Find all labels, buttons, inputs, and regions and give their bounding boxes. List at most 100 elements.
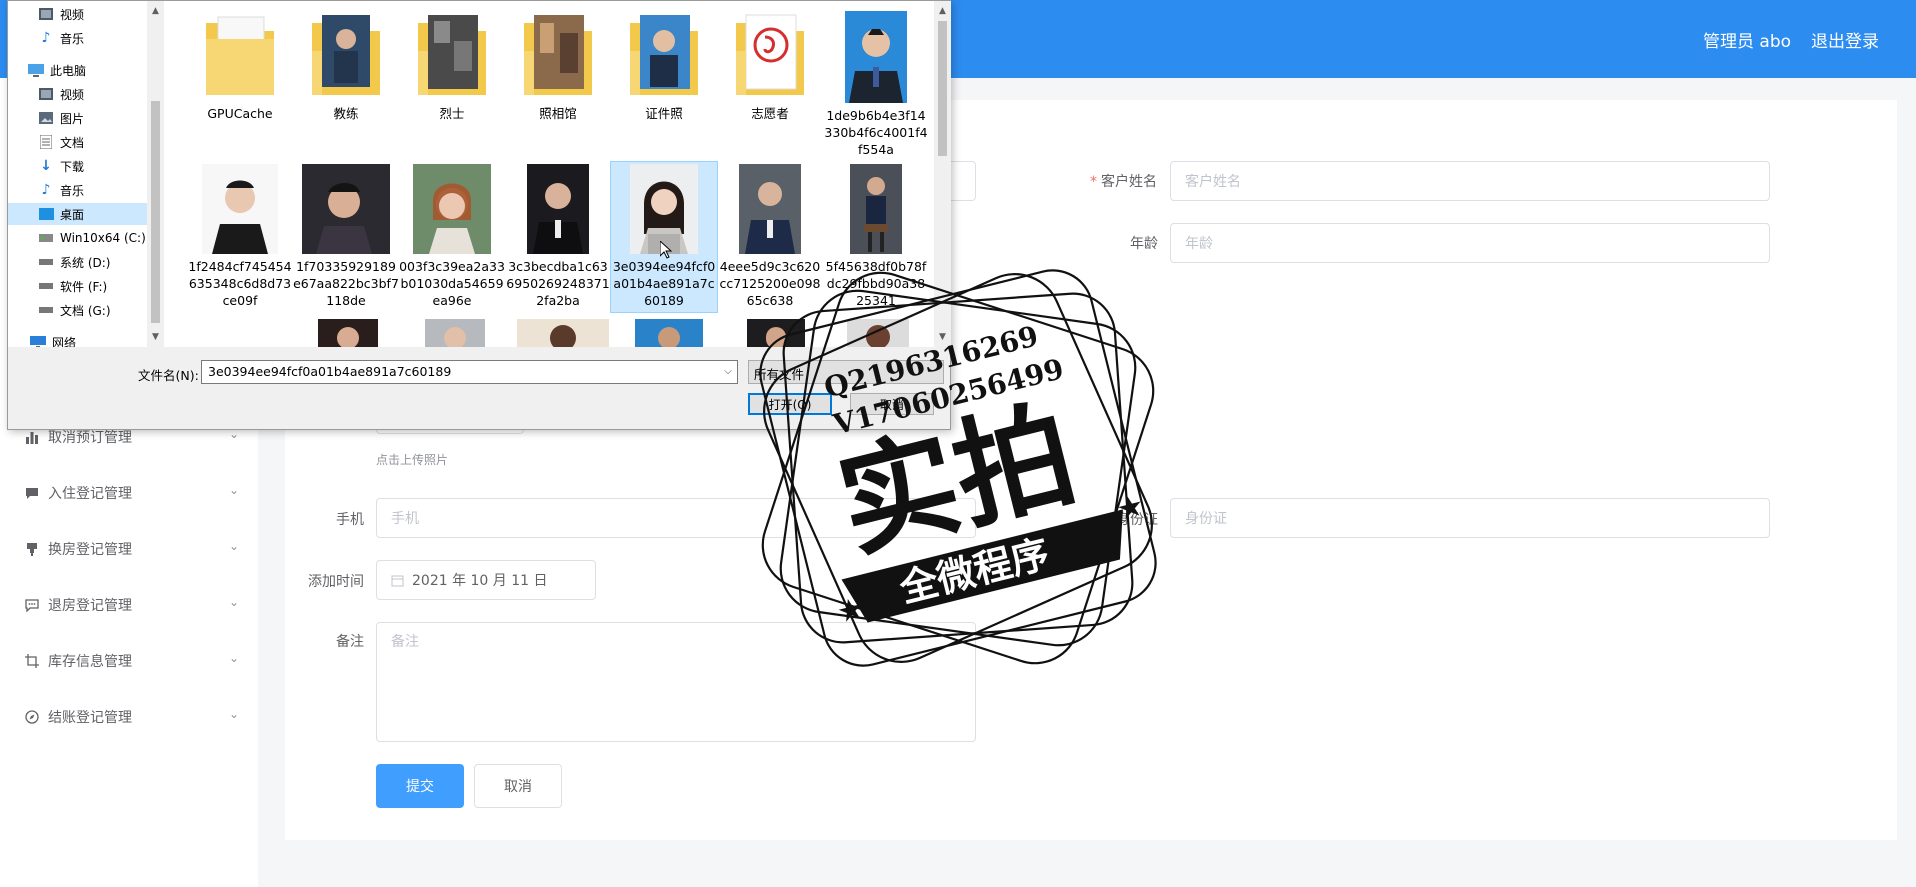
download-icon: ↓ — [40, 158, 52, 174]
drive-icon — [38, 303, 54, 317]
date-picker[interactable]: 2021 年 10 月 11 日 — [376, 560, 596, 600]
nav-item-drive-g[interactable]: 文档 (G:) — [38, 299, 111, 321]
nav-item-videos[interactable]: 视频 — [38, 83, 84, 105]
open-button[interactable]: 打开(O) — [748, 393, 832, 415]
photo-file[interactable]: 5f45638df0b78fdc29fbbd90a3825341 — [823, 164, 929, 309]
upload-hint: 点击上传照片 — [376, 453, 449, 467]
drive-icon — [38, 279, 54, 293]
nav-item-videos[interactable]: 视频 — [38, 3, 84, 25]
chevron-down-icon: ⌄ — [229, 651, 240, 665]
scroll-down-icon[interactable]: ▼ — [934, 329, 951, 346]
remarks-textarea[interactable]: 备注 — [376, 622, 976, 742]
file-type-select[interactable]: 所有文件 — [748, 360, 944, 384]
nav-item-drive-c[interactable]: Win10x64 (C:) — [38, 227, 146, 249]
photo-thumbnail — [739, 164, 801, 254]
nav-item-pictures[interactable]: 图片 — [38, 107, 84, 129]
sidebar-item-billing[interactable]: 结账登记管理 ⌄ — [24, 702, 244, 732]
filename-input[interactable]: 3e0394ee94fcf0a01b4ae891a7c60189 ⌵ — [201, 360, 738, 384]
folder-item[interactable]: 教练 — [293, 11, 399, 122]
logout-link[interactable]: 退出登录 — [1811, 27, 1879, 52]
folder-icon — [524, 15, 592, 95]
music-icon: ♪ — [41, 182, 51, 198]
desktop-icon — [38, 207, 54, 221]
folder-icon — [206, 16, 274, 95]
scroll-up-icon[interactable]: ▲ — [147, 3, 164, 20]
scroll-down-icon[interactable]: ▼ — [147, 329, 164, 346]
dialog-cancel-button[interactable]: 取消 — [850, 393, 934, 415]
chevron-down-icon: ⌄ — [229, 707, 240, 721]
photo-thumbnail — [202, 164, 278, 254]
photo-file[interactable]: 4eee5d9c3c620cc7125200e09865c638 — [717, 164, 823, 309]
scrollbar-thumb[interactable] — [938, 21, 947, 156]
photo-thumbnail[interactable] — [425, 319, 485, 347]
chevron-down-icon[interactable]: ⌵ — [719, 361, 737, 383]
computer-icon — [28, 63, 44, 77]
sidebar-item-checkin[interactable]: 入住登记管理 ⌄ — [24, 478, 244, 508]
photo-thumbnail[interactable] — [318, 319, 378, 347]
chat-icon — [24, 485, 40, 501]
remarks-label: 备注 — [336, 634, 364, 650]
added-time-label: 添加时间 — [308, 574, 364, 590]
sidebar-item-checkout[interactable]: 退房登记管理 ⌄ — [24, 590, 244, 620]
sidebar-item-label: 换房登记管理 — [48, 542, 132, 558]
nav-item-drive-f[interactable]: 软件 (F:) — [38, 275, 107, 297]
phone-label: 手机 — [336, 512, 364, 528]
chevron-down-icon: ⌄ — [229, 595, 240, 609]
folder-item[interactable]: 证件照 — [611, 11, 717, 122]
sidebar-item-inventory[interactable]: 库存信息管理 ⌄ — [24, 646, 244, 676]
folder-item[interactable]: 照相馆 — [505, 11, 611, 122]
photo-file[interactable]: 3c3becdba1c636950269248371 2fa2ba — [505, 164, 611, 309]
customer-name-input[interactable]: 客户姓名 — [1170, 161, 1770, 201]
nav-item-this-pc[interactable]: 此电脑 — [28, 59, 86, 81]
nav-item-desktop[interactable]: 桌面 — [8, 203, 148, 225]
photo-thumbnail — [527, 164, 589, 254]
folder-icon — [630, 15, 698, 95]
file-grid-scrollbar[interactable]: ▲ ▼ — [934, 1, 951, 347]
photo-thumbnail[interactable] — [635, 319, 703, 347]
id-card-input[interactable]: 身份证 — [1170, 498, 1770, 538]
phone-input[interactable]: 手机 — [376, 498, 976, 538]
photo-thumbnail — [845, 11, 907, 103]
scroll-up-icon[interactable]: ▲ — [934, 3, 951, 20]
file-type-value: 所有文件 — [754, 367, 805, 382]
age-label: 年龄 — [1130, 236, 1158, 252]
nav-item-music[interactable]: ♪ 音乐 — [38, 179, 84, 201]
drive-icon — [38, 255, 54, 269]
age-input[interactable]: 年龄 — [1170, 223, 1770, 263]
photo-file[interactable]: 1f2484cf745454635348c6d8d73ce09f — [187, 164, 293, 309]
message-dots-icon — [24, 597, 40, 613]
photo-file-selected[interactable]: 3e0394ee94fcf0a01b4ae891a7c60189 — [610, 161, 718, 313]
customer-name-label: * 客户姓名 — [1090, 174, 1157, 190]
chevron-down-icon: ⌄ — [229, 483, 240, 497]
nav-item-music[interactable]: ♪ 音乐 — [38, 27, 84, 49]
sidebar-item-label: 入住登记管理 — [48, 486, 132, 502]
photo-file[interactable]: 1f70335929189e67aa822bc3bf7118de — [293, 164, 399, 309]
photo-file[interactable]: 1de9b6b4e3f14330b4f6c4001f4f554a — [823, 11, 929, 158]
nav-item-downloads[interactable]: ↓ 下载 — [38, 155, 84, 177]
dialog-footer: 文件名(N): 3e0394ee94fcf0a01b4ae891a7c60189… — [8, 347, 950, 429]
navigation-pane: 视频 ♪ 音乐 此电脑 视频 图片 文档 ↓ 下载 ♪ 音乐 桌面 Win10x… — [8, 1, 164, 350]
nav-item-documents[interactable]: 文档 — [38, 131, 84, 153]
folder-item[interactable]: 志愿者 — [717, 11, 823, 122]
filename-label: 文件名(N): — [138, 368, 199, 383]
scrollbar-thumb[interactable] — [151, 101, 160, 323]
submit-button[interactable]: 提交 — [376, 764, 464, 808]
photo-thumbnail[interactable] — [847, 319, 909, 347]
photo-thumbnail[interactable] — [747, 319, 805, 347]
video-folder-icon — [38, 87, 54, 101]
photo-thumbnail — [302, 164, 390, 254]
cancel-button[interactable]: 取消 — [474, 764, 562, 808]
nav-item-drive-d[interactable]: 系统 (D:) — [38, 251, 110, 273]
file-grid: GPUCache 教练 烈士 照相馆 证件照 志愿者 1de9b6b4e3f14… — [165, 1, 935, 347]
bar-chart-icon — [24, 429, 40, 445]
stamp-icon — [24, 541, 40, 557]
file-open-dialog: 视频 ♪ 音乐 此电脑 视频 图片 文档 ↓ 下载 ♪ 音乐 桌面 Win10x… — [7, 0, 951, 430]
date-value: 2021 年 10 月 11 日 — [412, 573, 548, 589]
nav-scrollbar[interactable]: ▲ ▼ — [147, 1, 164, 347]
folder-item[interactable]: GPUCache — [187, 11, 293, 122]
photo-file[interactable]: 003f3c39ea2a33b01030da54659ea96e — [399, 164, 505, 309]
folder-item[interactable]: 烈士 — [399, 11, 505, 122]
sidebar-item-room-change[interactable]: 换房登记管理 ⌄ — [24, 534, 244, 564]
sidebar-item-label: 库存信息管理 — [48, 654, 132, 670]
photo-thumbnail[interactable] — [517, 319, 609, 347]
